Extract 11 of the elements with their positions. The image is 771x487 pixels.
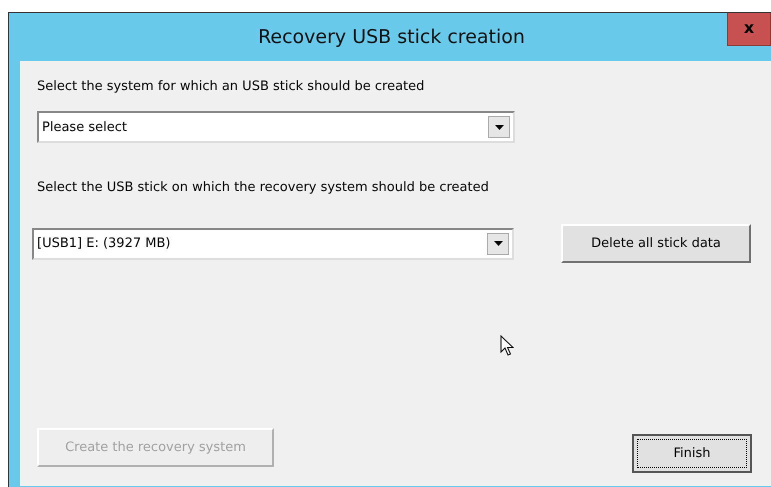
dropdown-arrow-icon: [494, 124, 504, 130]
system-label: Select the system for which an USB stick should be created: [37, 79, 426, 94]
window-title: Recovery USB stick creation: [258, 26, 525, 48]
finish-button[interactable]: Finish: [632, 434, 752, 473]
cursor-icon: [500, 335, 514, 357]
delete-button[interactable]: Delete all stick data: [561, 224, 751, 263]
close-button[interactable]: x: [727, 13, 771, 46]
system-dropdown[interactable]: Please select: [37, 111, 515, 143]
stick-dropdown[interactable]: [USB1] E: (3927 MB): [32, 228, 514, 260]
dropdown-arrow-icon: [494, 241, 502, 246]
stick-label: Select the USB stick on which the recovery system should be created: [37, 180, 490, 195]
